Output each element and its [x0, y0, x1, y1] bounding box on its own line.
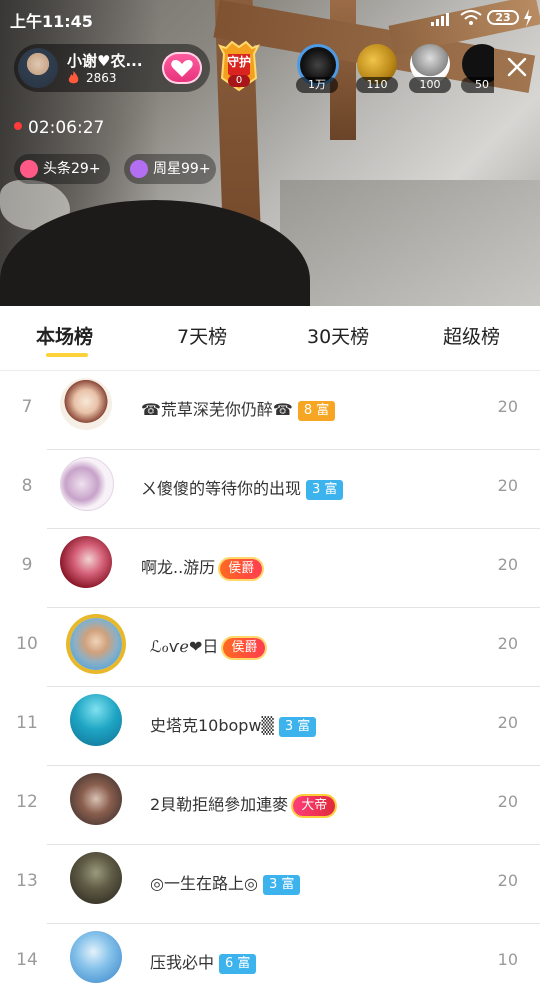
user-name-text: ℒℴѵℯ❤日 [150, 637, 219, 656]
user-name: 史塔克10bopw▒ 3 富 [150, 712, 317, 737]
fire-icon [68, 71, 79, 84]
user-avatar[interactable] [70, 618, 122, 670]
viewer-avatar[interactable]: 100 [408, 44, 452, 94]
tab-super[interactable]: 超级榜 [443, 322, 500, 349]
video-background [280, 180, 540, 306]
leaderboard-sheet: 本场榜 7天榜 30天榜 超级榜 7 ☎荒草深芜你仍醉☎ 8 富 20 8 ㄨ傻傻… [0, 306, 540, 983]
wealth-badge: 6 富 [219, 954, 257, 974]
user-avatar[interactable] [70, 694, 122, 746]
headline-chip-label: 头条29+ [43, 161, 101, 177]
user-name: ☎荒草深芜你仍醉☎ 8 富 [141, 396, 336, 421]
active-tab-indicator [46, 353, 88, 357]
wealth-badge: 8 富 [297, 401, 336, 421]
flame-icon [20, 160, 38, 178]
contribution-score: 20 [497, 871, 518, 890]
contribution-score: 20 [497, 476, 518, 495]
star-icon [130, 160, 148, 178]
leaderboard-tabs: 本场榜 7天榜 30天榜 超级榜 [0, 306, 540, 371]
rank-number: 10 [16, 634, 38, 654]
headline-chip[interactable]: 头条29+ [14, 154, 110, 184]
anchor-heat-count: 2863 [86, 71, 117, 85]
rank-number: 13 [16, 871, 38, 891]
user-name-text: 2貝勒拒絕參加連麥 [150, 795, 289, 814]
guard-label: 守护 [226, 55, 251, 69]
anchor-name: 小谢♥农... [67, 52, 143, 70]
status-bar: 上午11:45 23 [0, 0, 540, 36]
viewer-avatar[interactable]: 110 [355, 44, 399, 94]
user-name-text: 啊龙..游历 [141, 558, 216, 577]
user-avatar[interactable] [70, 931, 122, 983]
user-name: ◎一生在路上◎ 3 富 [150, 870, 301, 895]
user-name-text: 压我必中 [150, 953, 215, 972]
weekstar-chip-label: 周星99+ [153, 161, 211, 177]
contribution-score: 20 [497, 397, 518, 416]
viewer-avatar[interactable]: 1万 [295, 44, 339, 94]
noble-badge: 侯爵 [223, 638, 266, 658]
user-name: 啊龙..游历 侯爵 [141, 554, 263, 579]
user-name: ℒℴѵℯ❤日 侯爵 [150, 633, 266, 658]
guard-badge[interactable]: 守护 0 [218, 40, 260, 92]
battery-level: 23 [495, 11, 511, 24]
status-time: 上午11:45 [10, 12, 93, 31]
anchor-info-card[interactable]: 小谢♥农... 2863 [14, 44, 210, 92]
contribution-score: 20 [497, 555, 518, 574]
follow-button[interactable] [162, 52, 202, 84]
noble-badge: 侯爵 [220, 559, 263, 579]
tab-30-days[interactable]: 30天榜 [307, 322, 369, 349]
wealth-badge: 3 富 [306, 480, 344, 500]
user-avatar[interactable] [70, 773, 122, 825]
user-avatar[interactable] [70, 852, 122, 904]
rank-number: 7 [21, 397, 33, 417]
signal-icon [431, 13, 449, 26]
battery-icon: 23 [487, 10, 519, 25]
rank-number: 9 [21, 555, 33, 575]
rank-number: 12 [16, 792, 38, 812]
user-avatar[interactable] [60, 536, 112, 588]
wealth-badge: 3 富 [278, 717, 317, 737]
charging-icon [524, 9, 532, 27]
wealth-badge: 3 富 [262, 875, 301, 895]
viewer-avatar[interactable]: 50 [460, 44, 494, 94]
user-name-text: ☎荒草深芜你仍醉☎ [141, 400, 293, 419]
ranking-row[interactable]: 11 史塔克10bopw▒ 3 富 20 [0, 687, 540, 766]
contribution-score: 20 [497, 792, 518, 811]
viewer-contribution: 1万 [296, 77, 338, 93]
tab-7-days[interactable]: 7天榜 [177, 322, 227, 349]
contribution-score: 20 [497, 713, 518, 732]
user-name-text: 史塔克10bopw▒ [150, 716, 274, 735]
ranking-row[interactable]: 9 啊龙..游历 侯爵 20 [0, 529, 540, 608]
user-avatar[interactable] [60, 457, 114, 511]
live-duration: 02:06:27 [14, 118, 104, 138]
emperor-badge: 大帝 [293, 796, 336, 816]
rank-number: 8 [21, 476, 33, 496]
ranking-row[interactable]: 12 2貝勒拒絕參加連麥 大帝 20 [0, 766, 540, 845]
anchor-avatar[interactable] [18, 48, 58, 88]
ranking-row[interactable]: 13 ◎一生在路上◎ 3 富 20 [0, 845, 540, 924]
user-name-text: ◎一生在路上◎ [150, 874, 258, 893]
viewer-contribution: 100 [409, 77, 451, 93]
weekstar-chip[interactable]: 周星99+ [124, 154, 216, 184]
wifi-icon [460, 10, 482, 25]
user-avatar[interactable] [60, 378, 112, 430]
rank-number: 11 [16, 713, 38, 733]
user-name: 压我必中 6 富 [150, 949, 257, 974]
ranking-row[interactable]: 14 压我必中 6 富 10 [0, 924, 540, 1003]
user-name: 2貝勒拒絕參加連麥 大帝 [150, 791, 336, 816]
live-duration-text: 02:06:27 [28, 118, 105, 138]
ranking-row[interactable]: 8 ㄨ傻傻的等待你的出现 3 富 20 [0, 450, 540, 529]
user-name-text: ㄨ傻傻的等待你的出现 [141, 479, 302, 498]
viewer-contribution: 110 [356, 77, 398, 93]
viewer-contribution: 50 [461, 77, 494, 93]
user-name: ㄨ傻傻的等待你的出现 3 富 [141, 475, 344, 500]
contribution-score: 20 [497, 634, 518, 653]
live-dot-icon [14, 122, 22, 130]
heart-icon [171, 60, 193, 77]
tab-current-session[interactable]: 本场榜 [36, 322, 93, 349]
ranking-row[interactable]: 10 ℒℴѵℯ❤日 侯爵 20 [0, 608, 540, 687]
ranking-row[interactable]: 7 ☎荒草深芜你仍醉☎ 8 富 20 [0, 371, 540, 450]
rank-number: 14 [16, 950, 38, 970]
close-icon[interactable] [503, 53, 531, 81]
guard-count: 0 [235, 75, 243, 86]
